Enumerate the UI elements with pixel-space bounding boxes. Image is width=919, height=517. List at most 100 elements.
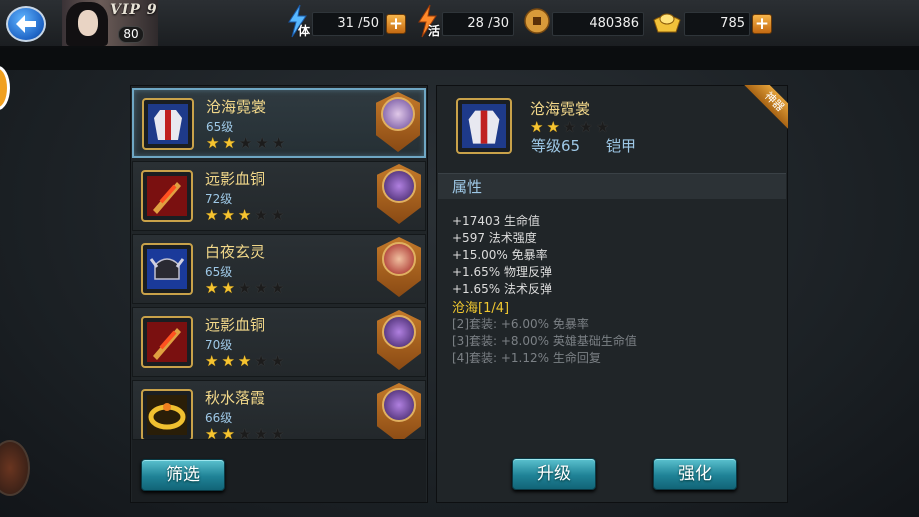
artifact-ribbon: 神器 xyxy=(744,85,788,129)
ingots-value: 785 xyxy=(684,12,750,36)
hero-portrait-icon xyxy=(377,164,421,224)
star-icon: ★ xyxy=(238,134,253,152)
flame-weapon-icon xyxy=(141,316,193,368)
attribute-line: +1.65% 物理反弹 xyxy=(452,265,552,279)
star-rating: ★ ★ ★ ★ ★ xyxy=(205,208,284,223)
vitality-tag: 活 xyxy=(428,24,441,38)
list-item[interactable]: 远影血铜 70级 ★ ★ ★ ★ ★ xyxy=(132,307,426,377)
back-arrow-icon xyxy=(16,15,36,33)
robe-armor-icon xyxy=(456,98,512,154)
star-icon: ★ xyxy=(562,118,577,136)
star-icon: ★ xyxy=(271,134,286,152)
hero-face xyxy=(382,315,416,349)
star-icon: ★ xyxy=(254,206,268,224)
add-ingots-button[interactable]: + xyxy=(752,14,772,34)
add-stamina-button[interactable]: + xyxy=(386,14,406,34)
star-icon: ★ xyxy=(595,118,610,136)
hero-portrait-icon xyxy=(377,237,421,297)
item-level: 65级 xyxy=(205,265,233,279)
star-icon: ★ xyxy=(206,134,220,152)
flame-weapon-icon xyxy=(141,170,193,222)
hero-face xyxy=(382,242,416,276)
attribute-line: +1.65% 法术反弹 xyxy=(452,282,552,296)
item-name: 远影血铜 xyxy=(205,170,266,188)
detail-item-name: 沧海霓裳 xyxy=(530,100,591,118)
star-icon: ★ xyxy=(237,279,252,297)
star-icon: ★ xyxy=(530,118,544,136)
star-icon: ★ xyxy=(205,279,219,297)
star-icon: ★ xyxy=(579,118,593,136)
star-icon: ★ xyxy=(221,279,235,297)
set-bonus-line: [2]套装: +6.00% 免暴率 xyxy=(452,317,589,331)
stamina-value: 31 /50 xyxy=(312,12,384,36)
star-icon: ★ xyxy=(270,279,285,297)
attribute-line: +597 法术强度 xyxy=(452,231,537,245)
star-icon: ★ xyxy=(254,352,268,370)
star-icon: ★ xyxy=(270,425,285,440)
filter-button[interactable]: 筛选 xyxy=(141,459,225,491)
item-name: 沧海霓裳 xyxy=(206,98,267,116)
star-icon: ★ xyxy=(205,425,219,440)
list-item[interactable]: 秋水落霞 66级 ★ ★ ★ ★ ★ xyxy=(132,380,426,440)
item-level: 72级 xyxy=(205,192,233,206)
star-icon: ★ xyxy=(270,352,285,370)
star-icon: ★ xyxy=(237,206,252,224)
star-icon: ★ xyxy=(205,352,219,370)
gold-ring-icon xyxy=(141,389,193,439)
top-strip xyxy=(0,48,919,70)
list-item[interactable]: 沧海霓裳 65级 ★ ★ ★ ★ ★ xyxy=(132,88,426,158)
attribute-line: +15.00% 免暴率 xyxy=(452,248,548,262)
attribute-line: +17403 生命值 xyxy=(452,214,541,228)
ribbon-label: 神器 xyxy=(744,85,788,129)
star-icon: ★ xyxy=(254,279,268,297)
star-icon: ★ xyxy=(221,352,235,370)
stamina-tag: 体 xyxy=(298,24,311,38)
back-button[interactable] xyxy=(6,6,46,42)
coins-value: 480386 xyxy=(552,12,644,36)
item-level: 70级 xyxy=(205,338,233,352)
detail-level: 等级65 xyxy=(531,137,581,155)
hero-portrait-icon xyxy=(376,92,420,152)
detail-type: 铠甲 xyxy=(606,137,637,155)
star-icon: ★ xyxy=(222,134,236,152)
star-icon: ★ xyxy=(205,206,219,224)
hero-face xyxy=(382,169,416,203)
star-icon: ★ xyxy=(254,425,268,440)
vitality-value: 28 /30 xyxy=(442,12,514,36)
detail-star-rating: ★ ★ ★ ★ ★ xyxy=(530,120,609,135)
enhance-button[interactable]: 强化 xyxy=(653,458,737,490)
hero-face xyxy=(382,388,416,422)
hero-portrait-icon xyxy=(377,310,421,370)
vip-label: VIP 9 xyxy=(110,2,158,18)
item-name: 秋水落霞 xyxy=(205,389,266,407)
star-icon: ★ xyxy=(237,425,252,440)
star-icon: ★ xyxy=(237,352,252,370)
star-rating: ★ ★ ★ ★ ★ xyxy=(205,281,284,296)
star-rating: ★ ★ ★ ★ ★ xyxy=(205,427,284,440)
star-rating: ★ ★ ★ ★ ★ xyxy=(205,354,284,369)
robe-armor-icon xyxy=(142,98,194,150)
item-level: 65级 xyxy=(206,120,234,134)
upgrade-button[interactable]: 升级 xyxy=(512,458,596,490)
set-bonus-line: [3]套装: +8.00% 英雄基础生命值 xyxy=(452,334,637,348)
attributes-header: 属性 xyxy=(438,173,786,199)
gold-ingot-icon xyxy=(653,13,681,33)
star-icon: ★ xyxy=(221,425,235,440)
star-icon: ★ xyxy=(255,134,269,152)
star-icon: ★ xyxy=(270,206,285,224)
avatar-face xyxy=(78,10,98,36)
list-item[interactable]: 远影血铜 72级 ★ ★ ★ ★ ★ xyxy=(132,161,426,231)
list-item[interactable]: 白夜玄灵 65级 ★ ★ ★ ★ ★ xyxy=(132,234,426,304)
item-level: 66级 xyxy=(205,411,233,425)
star-rating: ★ ★ ★ ★ ★ xyxy=(206,136,285,151)
coin-icon xyxy=(524,8,550,34)
hero-portrait-icon xyxy=(377,383,421,439)
set-name: 沧海[1/4] xyxy=(452,301,510,316)
star-icon: ★ xyxy=(546,118,560,136)
item-name: 白夜玄灵 xyxy=(205,243,266,261)
star-icon: ★ xyxy=(221,206,235,224)
horned-helmet-icon xyxy=(141,243,193,295)
player-level-badge: 80 xyxy=(118,26,144,43)
hero-face xyxy=(381,97,415,131)
set-bonus-line: [4]套装: +1.12% 生命回复 xyxy=(452,351,601,365)
